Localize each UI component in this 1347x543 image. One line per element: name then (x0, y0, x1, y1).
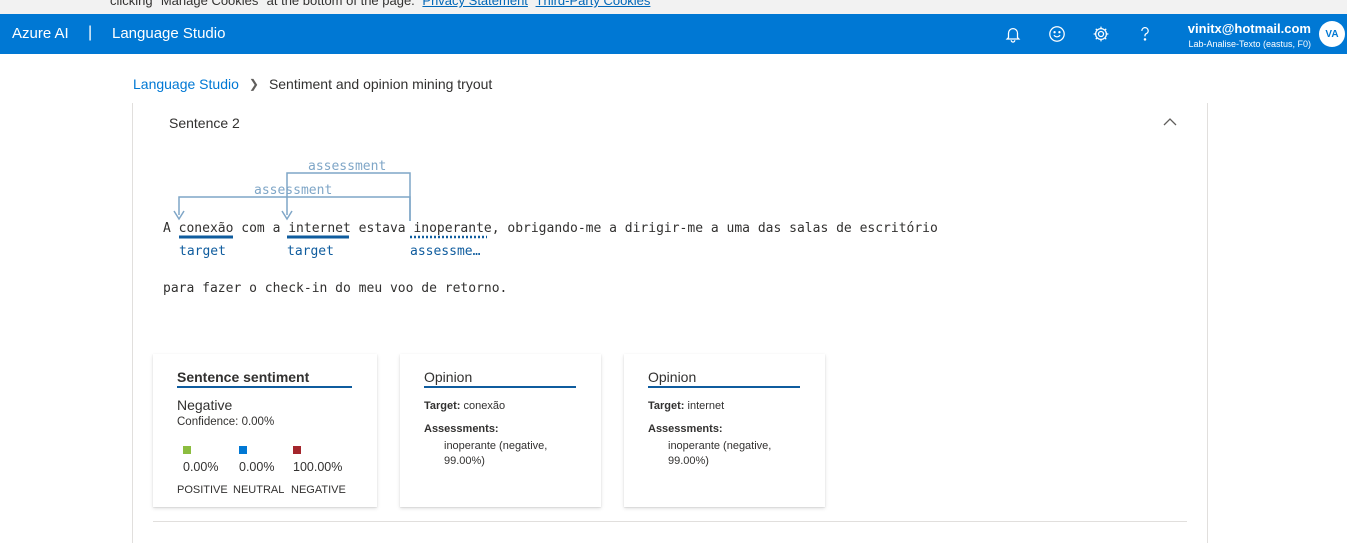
top-bar: Azure AI | Language Studio vinitx@hotmai… (0, 14, 1347, 54)
score-negative: 100.00% NEGATIVE (291, 446, 346, 496)
sentence-panel: Sentence 2 assessment assessment A conex… (132, 103, 1208, 543)
arc-label-inner: assessment (308, 159, 387, 174)
user-email[interactable]: vinitx@hotmail.com (1188, 21, 1311, 36)
smiley-icon[interactable] (1045, 22, 1069, 46)
tag-target-conexao[interactable]: target (179, 244, 226, 259)
cookie-banner-text: clicking "Manage Cookies" at the bottom … (110, 0, 415, 8)
assessments-label: Assessments: (648, 423, 723, 435)
assessment-value: inoperante (negative, 99.00%) (668, 440, 772, 467)
score-positive: 0.00% POSITIVE (177, 446, 228, 496)
breadcrumb-language-studio[interactable]: Language Studio (133, 76, 239, 92)
sentence-sentiment-card: Sentence sentiment Negative Confidence: … (153, 354, 377, 507)
opinion-card-internet: Opinion Target: internet Assessments: in… (624, 354, 825, 507)
card-title: Opinion (648, 369, 800, 388)
opinion-target: Target: conexão (424, 400, 505, 412)
arc-label-outer: assessment (254, 183, 333, 198)
negative-value: 100.00% (293, 460, 343, 474)
tag-target-internet[interactable]: target (287, 244, 334, 259)
card-title: Opinion (424, 369, 576, 388)
target-value: internet (687, 400, 725, 412)
sentiment-value: Negative (177, 397, 233, 413)
help-icon[interactable] (1133, 22, 1157, 46)
target-label: Target: (424, 400, 461, 412)
sentence-line-2: para fazer o check-in do meu voo de reto… (163, 281, 508, 296)
gear-icon[interactable] (1089, 22, 1113, 46)
target-value: conexão (463, 400, 506, 412)
assessment-value: inoperante (negative, 99.00%) (444, 440, 548, 467)
product-name[interactable]: Language Studio (112, 25, 225, 42)
avatar[interactable]: VA (1319, 21, 1345, 47)
brand-azure-ai[interactable]: Azure AI (12, 25, 69, 42)
score-neutral: 0.00% NEUTRAL (233, 446, 284, 496)
opinion-target: Target: internet (648, 400, 724, 412)
sentiment-confidence: Confidence: 0.00% (177, 416, 275, 428)
neutral-swatch (239, 446, 247, 454)
target-label: Target: (648, 400, 685, 412)
neutral-label: NEUTRAL (233, 484, 285, 496)
positive-label: POSITIVE (177, 484, 228, 496)
sentence-line-1: A conexão com a internet estava inoperan… (163, 221, 938, 236)
divider (153, 521, 1187, 522)
third-party-cookies-link[interactable]: Third-Party Cookies (536, 0, 651, 8)
positive-swatch (183, 446, 191, 454)
chevron-right-icon: ❯ (248, 77, 259, 91)
assessments-heading: Assessments: (648, 423, 723, 435)
cookie-banner: clicking "Manage Cookies" at the bottom … (0, 0, 1347, 14)
neutral-value: 0.00% (239, 460, 275, 474)
privacy-statement-link[interactable]: Privacy Statement (422, 0, 528, 8)
brand-separator: | (88, 24, 93, 41)
assessments-heading: Assessments: (424, 423, 499, 435)
breadcrumb: Language Studio ❯ Sentiment and opinion … (133, 76, 492, 92)
negative-label: NEGATIVE (291, 484, 346, 496)
positive-value: 0.00% (183, 460, 219, 474)
negative-swatch (293, 446, 301, 454)
user-tenant[interactable]: Lab-Analise-Texto (eastus, F0) (1188, 39, 1311, 49)
opinion-card-conexao: Opinion Target: conexão Assessments: ino… (400, 354, 601, 507)
breadcrumb-current: Sentiment and opinion mining tryout (268, 76, 493, 92)
tag-assessment-inoperante[interactable]: assessme… (410, 244, 480, 259)
assessments-label: Assessments: (424, 423, 499, 435)
bell-icon[interactable] (1001, 22, 1025, 46)
card-title: Sentence sentiment (177, 369, 352, 388)
